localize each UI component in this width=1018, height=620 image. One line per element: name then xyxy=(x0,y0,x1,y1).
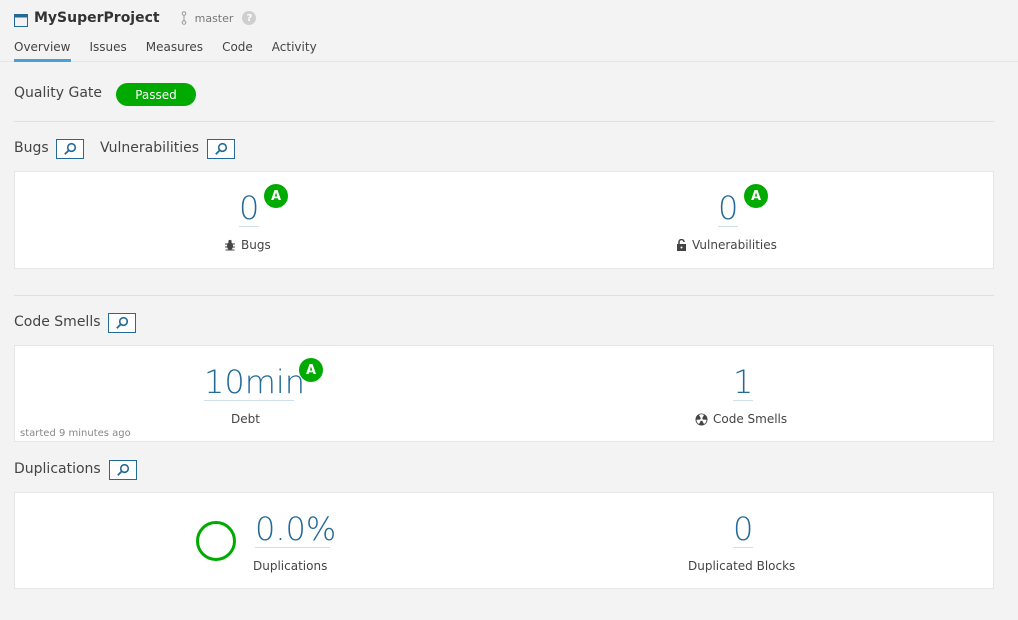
bugs-count[interactable]: 0 xyxy=(239,190,259,227)
project-name[interactable]: MySuperProject xyxy=(34,10,160,26)
project-icon xyxy=(14,12,28,27)
bugs-label: Bugs xyxy=(224,238,271,252)
lock-icon xyxy=(677,239,686,251)
code-smells-label: Code Smells xyxy=(695,412,787,426)
branch-icon xyxy=(180,11,188,25)
tab-measures[interactable]: Measures xyxy=(146,39,203,62)
vulnerabilities-label-text: Vulnerabilities xyxy=(692,238,777,252)
search-icon xyxy=(215,142,228,155)
help-icon[interactable]: ? xyxy=(242,11,257,25)
tab-activity[interactable]: Activity xyxy=(272,39,317,62)
search-icon xyxy=(116,316,129,329)
duplications-search-button[interactable] xyxy=(109,460,137,480)
search-icon xyxy=(117,463,130,476)
vulnerabilities-search-button[interactable] xyxy=(207,139,235,159)
bugs-search-button[interactable] xyxy=(56,139,84,159)
code-smells-count[interactable]: 1 xyxy=(733,364,753,401)
tab-overview[interactable]: Overview xyxy=(14,39,71,62)
branch-name: master xyxy=(194,11,234,25)
radiation-icon xyxy=(695,413,708,425)
quality-gate-status-badge: Passed xyxy=(116,83,196,106)
duplicated-blocks-label: Duplicated Blocks xyxy=(688,559,796,573)
tab-code[interactable]: Code xyxy=(222,39,253,62)
bugs-section-title: Bugs xyxy=(14,140,49,156)
duplications-donut-chart xyxy=(196,521,236,561)
vulnerabilities-section-title: Vulnerabilities xyxy=(100,140,200,156)
vulnerabilities-rating-badge[interactable]: A xyxy=(744,184,768,208)
project-nav-tabs: Overview Issues Measures Code Activity xyxy=(14,39,336,62)
tab-issues[interactable]: Issues xyxy=(90,39,127,62)
project-title-row: MySuperProject master ? xyxy=(14,8,257,28)
search-icon xyxy=(64,142,77,155)
code-smells-panel: 10min A Debt started 9 minutes ago 1 Cod… xyxy=(14,345,994,442)
bugs-vulnerabilities-panel: 0 A Bugs 0 A Vulnerabilities xyxy=(14,171,994,269)
divider xyxy=(14,121,994,122)
analysis-started-text: started 9 minutes ago xyxy=(20,428,131,439)
branch-selector[interactable]: master xyxy=(180,11,234,25)
bug-icon xyxy=(225,239,235,251)
bugs-label-text: Bugs xyxy=(241,238,271,252)
duplications-section-title: Duplications xyxy=(14,461,101,477)
divider xyxy=(14,295,994,296)
duplications-percentage[interactable]: 0.0% xyxy=(255,511,336,548)
code-smells-section-title: Code Smells xyxy=(14,314,101,330)
duplications-panel: 0.0% Duplications 0 Duplicated Blocks xyxy=(14,492,994,589)
debt-rating-badge[interactable]: A xyxy=(299,358,323,382)
vulnerabilities-label: Vulnerabilities xyxy=(676,238,777,252)
debt-label: Debt xyxy=(231,412,260,426)
code-smells-search-button[interactable] xyxy=(108,313,136,333)
quality-gate-label: Quality Gate xyxy=(14,85,103,101)
bugs-rating-badge[interactable]: A xyxy=(264,184,288,208)
code-smells-label-text: Code Smells xyxy=(713,412,788,426)
vulnerabilities-count[interactable]: 0 xyxy=(718,190,738,227)
debt-value[interactable]: 10min xyxy=(204,364,305,401)
project-header: MySuperProject master ? Overview Issues … xyxy=(0,0,1018,62)
duplicated-blocks-count[interactable]: 0 xyxy=(733,511,753,548)
duplications-label: Duplications xyxy=(253,559,328,573)
